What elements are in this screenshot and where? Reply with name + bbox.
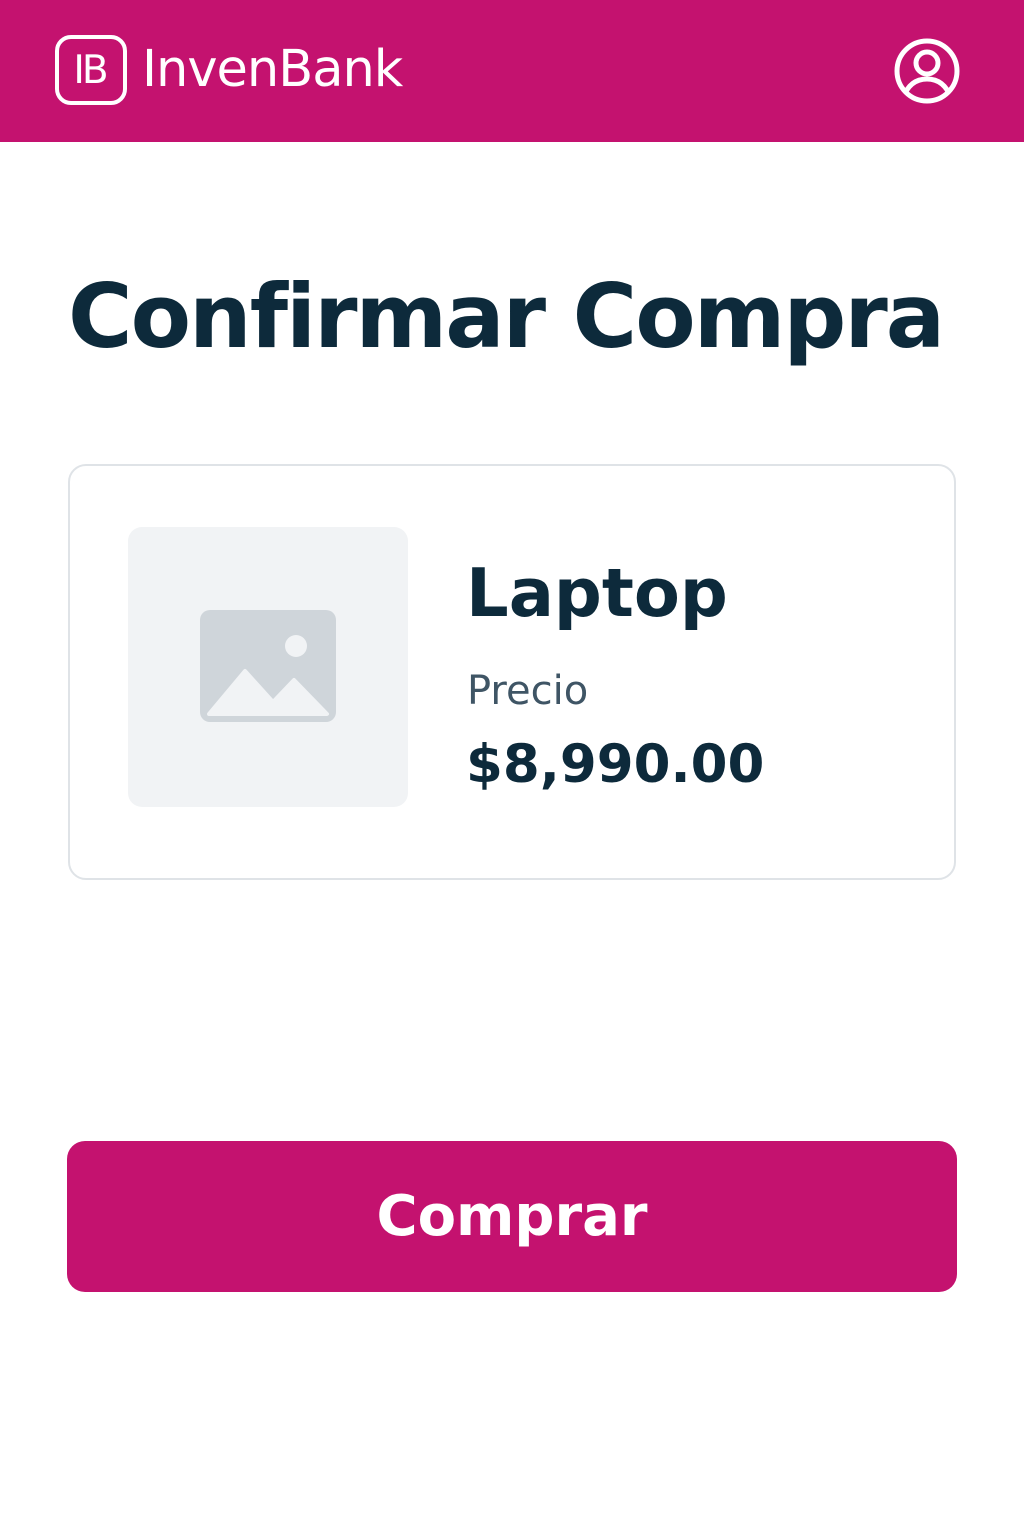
- user-circle-icon: [894, 38, 960, 104]
- brand-mark: IB: [55, 35, 127, 105]
- page: IB InvenBank Confirmar Compra Laptop Pre…: [0, 0, 1024, 1536]
- product-name: Laptop: [466, 554, 728, 632]
- product-card: Laptop Precio $8,990.00: [68, 464, 956, 880]
- user-profile-icon[interactable]: [892, 36, 962, 106]
- brand-logo[interactable]: IB InvenBank: [55, 35, 403, 105]
- image-placeholder-icon: [200, 610, 336, 722]
- price-label: Precio: [467, 668, 589, 714]
- brand-name: InvenBank: [142, 40, 403, 99]
- price-value: $8,990.00: [466, 734, 765, 795]
- buy-button[interactable]: Comprar: [67, 1141, 957, 1292]
- product-image: [128, 527, 408, 807]
- app-header: IB InvenBank: [0, 0, 1024, 142]
- page-title: Confirmar Compra: [68, 265, 945, 368]
